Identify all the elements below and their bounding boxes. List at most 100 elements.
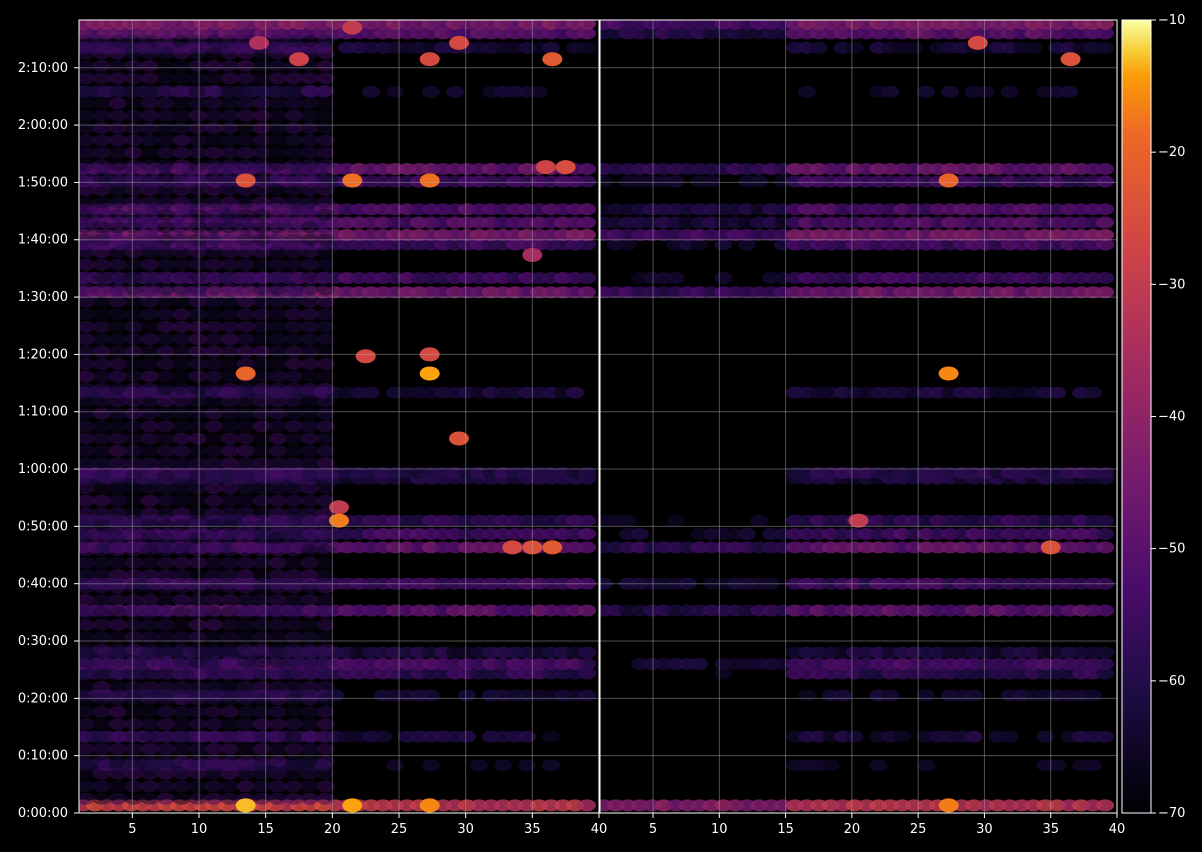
heatmap-cell bbox=[578, 163, 596, 175]
heatmap-cell bbox=[252, 122, 271, 134]
heatmap-cell bbox=[578, 514, 596, 527]
heatmap-cell bbox=[124, 469, 143, 482]
y-tick-label: 1:00:00 bbox=[18, 462, 68, 477]
heatmap-cell bbox=[204, 246, 223, 259]
heatmap-cell bbox=[300, 544, 319, 557]
heatmap-cell bbox=[220, 47, 239, 60]
heatmap-cell bbox=[188, 134, 207, 147]
heatmap-cell bbox=[140, 668, 159, 681]
y-tick-label: 0:00:00 bbox=[18, 806, 68, 821]
heatmap-cell bbox=[917, 689, 936, 702]
heatmap-cell bbox=[92, 258, 111, 271]
heatmap-cell bbox=[268, 345, 287, 358]
x-tick-label: 30 bbox=[457, 822, 474, 837]
heatmap-cell bbox=[140, 370, 159, 383]
heatmap-cell bbox=[108, 208, 127, 221]
heatmap-cell bbox=[252, 246, 271, 259]
heatmap-cell bbox=[300, 358, 319, 370]
heatmap-cell bbox=[188, 792, 207, 805]
heatmap-cell bbox=[108, 457, 127, 470]
heatmap-cell bbox=[300, 780, 319, 793]
heatmap-cell bbox=[964, 689, 983, 702]
heatmap-cell bbox=[156, 345, 175, 358]
heatmap-cell bbox=[236, 221, 255, 234]
heatmap-cell bbox=[108, 295, 127, 308]
heatmap-cell bbox=[188, 718, 207, 731]
heatmap-cell bbox=[236, 47, 255, 60]
heatmap-cell bbox=[92, 246, 111, 259]
heatmap-cell bbox=[220, 146, 239, 159]
heatmap-cell bbox=[188, 246, 207, 259]
heatmap-cell bbox=[172, 519, 191, 532]
heatmap-cell bbox=[124, 792, 143, 805]
heatmap-cell bbox=[124, 134, 143, 147]
heatmap-cell bbox=[140, 432, 159, 445]
heatmap-cell bbox=[268, 320, 287, 333]
heatmap-cell bbox=[941, 85, 959, 98]
heatmap-cell bbox=[300, 308, 319, 321]
x-tick-label: 35 bbox=[524, 822, 541, 837]
heatmap-cell bbox=[220, 84, 239, 97]
heatmap-cell bbox=[236, 680, 255, 693]
heatmap-cell bbox=[284, 494, 303, 507]
heatmap-cell bbox=[172, 432, 191, 445]
heatmap-cell bbox=[236, 382, 255, 395]
heatmap-cell bbox=[300, 382, 319, 395]
heatmap-cell bbox=[236, 482, 255, 495]
heatmap-cell bbox=[204, 109, 223, 122]
heatmap-cell bbox=[188, 507, 207, 519]
heatmap-cell bbox=[284, 593, 303, 606]
y-tick-label: 1:30:00 bbox=[18, 290, 68, 305]
heatmap-cell bbox=[140, 544, 159, 557]
heatmap-cell bbox=[140, 146, 159, 159]
heatmap-cell bbox=[284, 680, 303, 693]
heatmap-cell bbox=[204, 146, 223, 159]
heatmap-cell bbox=[172, 196, 191, 209]
heatmap-cell bbox=[204, 457, 223, 470]
heatmap-cell bbox=[1096, 163, 1115, 175]
heatmap-cell bbox=[92, 308, 111, 321]
heatmap-cell bbox=[220, 72, 239, 85]
heatmap-cell bbox=[204, 395, 223, 408]
heatmap-cell bbox=[236, 618, 255, 631]
heatmap-cell bbox=[156, 792, 175, 805]
heatmap-cell bbox=[108, 308, 127, 321]
heatmap-cell bbox=[300, 208, 319, 221]
heatmap-cell bbox=[236, 246, 255, 259]
heatmap-cell bbox=[284, 469, 303, 482]
x-tick-label: 10 bbox=[711, 822, 728, 837]
heatmap-cell bbox=[108, 395, 127, 408]
heatmap-cell bbox=[92, 146, 111, 159]
heatmap-cell bbox=[92, 184, 111, 197]
heatmap-cell bbox=[140, 122, 159, 134]
heatmap-cell bbox=[268, 271, 287, 283]
heatmap-cell bbox=[268, 97, 287, 110]
heatmap-cell bbox=[284, 718, 303, 731]
colorbar bbox=[1121, 19, 1152, 814]
heatmap-cell bbox=[300, 643, 319, 656]
heatmap-cell bbox=[220, 432, 239, 445]
heatmap-cell bbox=[220, 544, 239, 557]
heatmap-cell bbox=[108, 72, 127, 85]
heatmap-cell bbox=[172, 382, 191, 395]
heatmap-cell bbox=[1084, 759, 1103, 772]
heatmap-cell bbox=[236, 743, 255, 755]
heatmap-cell bbox=[188, 593, 207, 606]
heatmap-cell bbox=[204, 35, 223, 47]
heatmap-cell bbox=[268, 221, 287, 234]
heatmap-cell bbox=[236, 444, 255, 457]
heatmap-cell bbox=[284, 407, 303, 420]
y-axis-ticks: 0:00:00 0:10:00 0:20:00 0:30:00 0:40:00 0:50:… bbox=[18, 61, 79, 821]
heatmap-cell bbox=[284, 358, 303, 370]
heatmap-cell bbox=[140, 196, 159, 209]
heatmap-cell bbox=[236, 432, 255, 445]
heatmap-cell bbox=[140, 743, 159, 755]
heatmap-cell bbox=[108, 780, 127, 793]
heatmap-cell bbox=[220, 718, 239, 731]
heatmap-chart: 0:00:00 0:10:00 0:20:00 0:30:00 0:40:00 0:50:… bbox=[18, 13, 1186, 837]
heatmap-cell bbox=[284, 730, 303, 743]
heatmap-cell bbox=[268, 59, 287, 72]
heatmap-cell bbox=[252, 308, 271, 321]
heatmap-cell bbox=[252, 134, 271, 147]
heatmap-cell bbox=[252, 718, 271, 731]
